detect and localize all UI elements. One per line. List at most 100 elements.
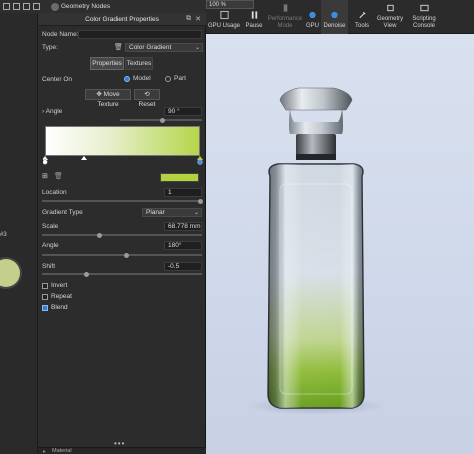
reset-label: Reset bbox=[138, 101, 156, 108]
center-model-radio[interactable]: Model bbox=[124, 75, 151, 82]
angle2-input[interactable]: 180° bbox=[164, 241, 202, 250]
gpu-usage-button[interactable]: GPU Usage bbox=[207, 0, 241, 34]
node-name-label: Node Name: bbox=[42, 31, 79, 38]
shift-slider-knob[interactable] bbox=[84, 271, 89, 277]
gradient-type-label: Gradient Type bbox=[42, 209, 83, 216]
scale-slider[interactable] bbox=[42, 232, 202, 238]
material-thumbnail[interactable] bbox=[0, 259, 20, 287]
window-icon-1[interactable] bbox=[3, 3, 10, 10]
blend-label: Blend bbox=[51, 304, 68, 311]
center-on-label: Center On bbox=[42, 76, 72, 83]
render-viewport[interactable] bbox=[206, 34, 474, 454]
repeat-checkbox[interactable]: Repeat bbox=[42, 293, 72, 300]
tab-properties[interactable]: Properties bbox=[90, 57, 124, 70]
tools-icon bbox=[358, 11, 366, 19]
location-label: Location bbox=[42, 189, 67, 196]
library-item-label: #3 bbox=[0, 232, 7, 238]
denoise-button[interactable]: Denoise bbox=[321, 0, 348, 34]
radio-checked-icon bbox=[124, 75, 130, 82]
gradient-midpoint[interactable] bbox=[81, 156, 87, 160]
geometry-view-button[interactable]: Geometry View bbox=[374, 0, 406, 34]
angle2-slider-knob[interactable] bbox=[124, 252, 129, 258]
scripting-console-button[interactable]: Scripting Console bbox=[408, 0, 440, 34]
trash-icon[interactable]: 🗑 bbox=[114, 43, 123, 51]
performance-mode-button[interactable]: Performance Mode bbox=[266, 0, 304, 34]
tools-label: Tools bbox=[354, 23, 369, 29]
pause-label: Pause bbox=[245, 23, 263, 29]
panel-title-icons: ⧉ ✕ bbox=[186, 15, 201, 23]
stop-color-swatch[interactable] bbox=[160, 173, 199, 182]
angle-input[interactable]: 90 ° bbox=[164, 107, 202, 116]
angle2-slider[interactable] bbox=[42, 252, 202, 258]
gradient-stop-end[interactable] bbox=[197, 156, 203, 165]
panel-title: Color Gradient Properties bbox=[38, 13, 206, 26]
close-icon[interactable]: ✕ bbox=[195, 15, 201, 23]
color-gradient-properties-panel: Color Gradient Properties ⧉ ✕ Node Name:… bbox=[38, 13, 206, 454]
geometry-view-label: Geometry View bbox=[376, 16, 404, 29]
angle-slider[interactable] bbox=[120, 117, 202, 123]
checkbox-checked-icon bbox=[42, 304, 48, 311]
scale-slider-knob[interactable] bbox=[97, 232, 102, 238]
tools-button[interactable]: Tools bbox=[352, 0, 372, 34]
denoise-icon bbox=[331, 11, 338, 19]
gradient-type-select[interactable]: Planar ⌄ bbox=[142, 208, 202, 217]
scale-label: Scale bbox=[42, 223, 59, 230]
blend-checkbox[interactable]: Blend bbox=[42, 304, 68, 311]
center-model-label: Model bbox=[133, 75, 151, 82]
repeat-label: Repeat bbox=[51, 293, 72, 300]
center-part-label: Part bbox=[174, 75, 186, 82]
denoise-label: Denoise bbox=[323, 23, 346, 29]
type-select[interactable]: Color Gradient ⌄ bbox=[125, 43, 203, 52]
window-toolbar-left: Geometry Nodes bbox=[0, 0, 206, 13]
window-icon-2[interactable] bbox=[13, 3, 20, 10]
reset-icon: ⟲ bbox=[144, 91, 150, 98]
shift-label: Shift bbox=[42, 263, 56, 270]
window-icon-4[interactable] bbox=[33, 3, 40, 10]
move-texture-button[interactable]: ✥ Move Texture bbox=[85, 89, 131, 108]
geometry-nodes-icon bbox=[51, 2, 59, 11]
scale-input[interactable]: 68.778 mm bbox=[164, 222, 202, 231]
node-name-input[interactable] bbox=[78, 30, 202, 39]
angle2-label: Angle bbox=[42, 242, 59, 249]
bottle-cap-top bbox=[279, 87, 353, 111]
gradient-preview[interactable] bbox=[45, 126, 200, 156]
performance-icon bbox=[283, 4, 287, 12]
add-stop-icon[interactable]: ⊞ bbox=[42, 172, 48, 180]
gpu-button[interactable]: GPU bbox=[305, 0, 320, 34]
gradient-type-value: Planar bbox=[146, 209, 165, 216]
location-slider[interactable] bbox=[42, 198, 203, 204]
chevron-down-icon: ⌄ bbox=[193, 210, 199, 216]
performance-mode-label: Performance Mode bbox=[267, 16, 303, 29]
center-part-radio[interactable]: Part bbox=[165, 75, 186, 82]
pause-icon bbox=[251, 11, 257, 19]
shift-slider[interactable] bbox=[42, 271, 202, 277]
checkbox-unchecked-icon bbox=[42, 282, 48, 289]
popout-icon[interactable]: ⧉ bbox=[186, 15, 191, 23]
type-label: Type: bbox=[42, 44, 58, 51]
location-input[interactable]: 1 bbox=[164, 188, 202, 197]
left-library-strip: #3 bbox=[0, 13, 38, 454]
tab-textures[interactable]: Textures bbox=[125, 57, 153, 70]
invert-label: Invert bbox=[51, 282, 68, 289]
gpu-icon bbox=[309, 11, 316, 19]
window-icon-3[interactable] bbox=[23, 3, 30, 10]
gradient-stops[interactable] bbox=[43, 156, 203, 165]
reset-button[interactable]: ⟲ Reset bbox=[134, 89, 160, 108]
delete-stop-icon[interactable]: 🗑 bbox=[54, 172, 63, 180]
gpu-label: GPU bbox=[305, 23, 319, 29]
bottle-glass-highlight bbox=[268, 164, 364, 408]
bottle-collar-ring bbox=[296, 154, 336, 160]
invert-checkbox[interactable]: Invert bbox=[42, 282, 67, 289]
scripting-console-label: Scripting Console bbox=[412, 16, 436, 29]
shift-input[interactable]: -0.5 bbox=[164, 262, 202, 271]
expand-icon[interactable]: ▸ bbox=[43, 448, 46, 454]
gradient-stop-start[interactable] bbox=[43, 156, 48, 165]
location-slider-knob[interactable] bbox=[198, 198, 203, 204]
material-footer: ▸ Material bbox=[38, 447, 206, 454]
material-label: Material bbox=[52, 448, 72, 454]
pause-button[interactable]: Pause bbox=[243, 0, 265, 34]
perfume-bottle-render bbox=[246, 87, 386, 415]
gpu-usage-icon bbox=[219, 10, 229, 20]
geometry-nodes-tab[interactable]: Geometry Nodes bbox=[51, 2, 110, 11]
angle-slider-knob[interactable] bbox=[160, 117, 165, 123]
